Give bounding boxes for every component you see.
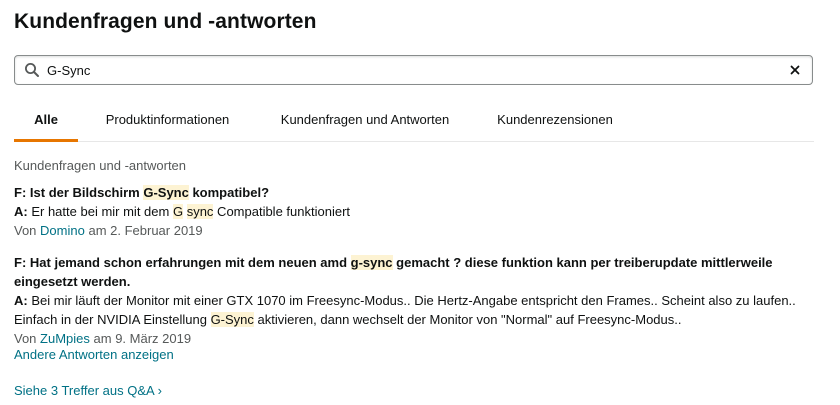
author-link[interactable]: Domino bbox=[40, 223, 85, 238]
question[interactable]: F: Hat jemand schon erfahrungen mit dem … bbox=[14, 253, 814, 291]
tab-kundenrezensionen[interactable]: Kundenrezensionen bbox=[496, 104, 614, 142]
search-icon bbox=[24, 62, 40, 78]
tab-bar: Alle Produktinformationen Kundenfragen u… bbox=[14, 104, 814, 142]
question[interactable]: F: Ist der Bildschirm G-Sync kompatibel? bbox=[14, 183, 804, 202]
see-all-results-link[interactable]: Siehe 3 Treffer aus Q&A › bbox=[14, 383, 162, 398]
answer: A: Bei mir läuft der Monitor mit einer G… bbox=[14, 293, 796, 327]
qa-result: F: Hat jemand schon erfahrungen mit dem … bbox=[14, 253, 814, 348]
answer: A: Er hatte bei mir mit dem G sync Compa… bbox=[14, 204, 351, 219]
search-input[interactable] bbox=[45, 56, 785, 84]
more-answers-link[interactable]: Andere Antworten anzeigen bbox=[14, 347, 174, 362]
answer-meta: Von Domino am 2. Februar 2019 bbox=[14, 223, 203, 238]
search-box[interactable] bbox=[14, 55, 813, 85]
tab-kundenfragen[interactable]: Kundenfragen und Antworten bbox=[276, 104, 454, 142]
section-label: Kundenfragen und -antworten bbox=[14, 158, 187, 173]
page-title: Kundenfragen und -antworten bbox=[14, 10, 317, 33]
qa-result: F: Ist der Bildschirm G-Sync kompatibel?… bbox=[14, 183, 804, 240]
tab-alle[interactable]: Alle bbox=[14, 104, 78, 142]
author-link[interactable]: ZuMpies bbox=[40, 331, 90, 346]
tab-produktinformationen[interactable]: Produktinformationen bbox=[100, 104, 235, 142]
answer-meta: Von ZuMpies am 9. März 2019 bbox=[14, 331, 192, 346]
close-icon[interactable] bbox=[787, 62, 803, 78]
